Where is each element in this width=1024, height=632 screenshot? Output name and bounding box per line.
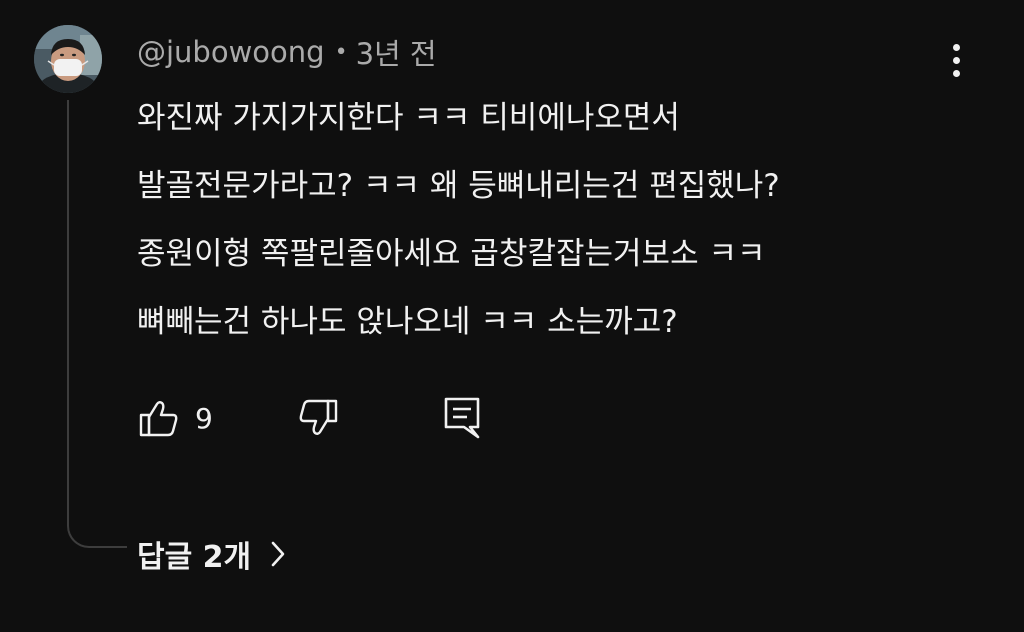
comment-line: 발골전문가라고? ㅋㅋ 왜 등뼈내리는건 편집했나? [137,168,780,204]
comment-line: 종원이형 쪽팔린줄아세요 곱창칼잡는거보소 ㅋㅋ [137,236,766,272]
comment-line: 와진짜 가지가지한다 ㅋㅋ 티비에나오면서 [137,100,680,136]
dislike-button[interactable] [296,395,340,441]
more-options-button[interactable] [938,36,974,84]
reply-thread-line [67,100,127,548]
thumb-down-icon [299,399,338,435]
author-handle[interactable]: @jubowoong [137,35,325,69]
comment-icon [444,397,480,439]
more-vertical-icon-dot-2 [953,57,960,64]
replies-label: 답글 2개 [137,540,252,575]
more-vertical-icon [953,44,960,51]
comment-text: 와진짜 가지가지한다 ㅋㅋ 티비에나오면서 발골전문가라고? ㅋㅋ 왜 등뼈내리… [137,91,997,363]
chevron-right-icon [271,541,285,567]
like-button[interactable]: 9 [137,395,213,441]
reply-button[interactable] [440,395,484,441]
more-vertical-icon-dot-3 [953,70,960,77]
avatar-photo [34,25,102,93]
like-count: 9 [195,401,213,435]
header-separator: • [334,39,348,65]
thumb-up-icon [139,401,178,437]
comment-line: 뼈빼는건 하나도 앉나오네 ㅋㅋ 소는까고? [137,304,678,340]
comment-timestamp[interactable]: 3년 전 [356,31,437,73]
author-avatar[interactable] [34,25,102,93]
comment-header: @jubowoong • 3년 전 [137,30,437,74]
view-replies-button[interactable]: 답글 2개 [137,530,287,578]
